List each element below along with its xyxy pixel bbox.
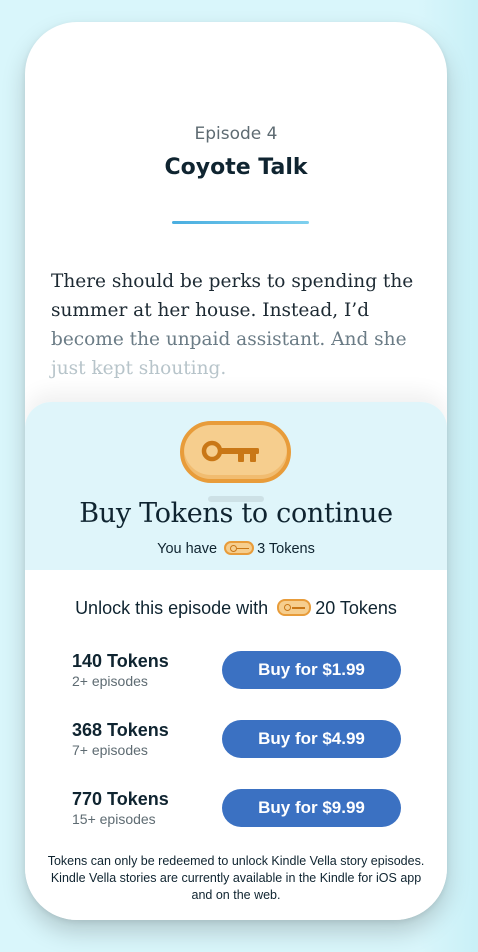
offer-tokens: 368 Tokens bbox=[72, 720, 169, 740]
key-icon bbox=[180, 421, 291, 483]
token-balance: You have 3 Tokens bbox=[25, 541, 447, 557]
episode-title: Coyote Talk bbox=[164, 155, 308, 180]
offer-episodes: 2+ episodes bbox=[72, 673, 148, 689]
offer-episodes: 15+ episodes bbox=[72, 811, 156, 827]
buy-140-tokens-button[interactable]: Buy for $1.99 bbox=[222, 651, 401, 689]
unlock-cost: Unlock this episode with 20 Tokens bbox=[25, 598, 447, 619]
token-offer-140: 140 Tokens 2+ episodes Buy for $1.99 bbox=[72, 651, 402, 693]
token-offer-770: 770 Tokens 15+ episodes Buy for $9.99 bbox=[72, 789, 402, 831]
balance-prefix: You have bbox=[157, 541, 218, 557]
title-divider bbox=[172, 221, 309, 224]
excerpt-line: just kept shouting. bbox=[51, 358, 227, 379]
sheet-header: Buy Tokens to continue You have 3 Tokens bbox=[25, 402, 447, 570]
buy-tokens-sheet: Buy Tokens to continue You have 3 Tokens… bbox=[25, 402, 447, 920]
episode-number: Episode 4 bbox=[194, 124, 278, 144]
offer-episodes: 7+ episodes bbox=[72, 742, 148, 758]
balance-value: 3 Tokens bbox=[257, 541, 315, 557]
phone-card: Episode 4 Coyote Talk There should be pe… bbox=[25, 22, 447, 920]
buy-770-tokens-button[interactable]: Buy for $9.99 bbox=[222, 789, 401, 827]
excerpt-line: There should be perks to spending the bbox=[51, 271, 414, 292]
token-offer-368: 368 Tokens 7+ episodes Buy for $4.99 bbox=[72, 720, 402, 762]
offer-tokens: 140 Tokens bbox=[72, 651, 169, 671]
buy-368-tokens-button[interactable]: Buy for $4.99 bbox=[222, 720, 401, 758]
key-icon bbox=[224, 541, 255, 555]
excerpt-line: summer at her house. Instead, I’d bbox=[51, 300, 370, 321]
story-excerpt: There should be perks to spending the su… bbox=[51, 267, 414, 383]
tokens-disclaimer: Tokens can only be redeemed to unlock Ki… bbox=[47, 854, 425, 902]
offer-tokens: 770 Tokens bbox=[72, 789, 169, 809]
key-icon bbox=[277, 599, 312, 616]
excerpt-line: become the unpaid assistant. And she bbox=[51, 329, 407, 350]
unlock-prefix: Unlock this episode with bbox=[75, 598, 269, 618]
sheet-title: Buy Tokens to continue bbox=[79, 498, 393, 529]
unlock-cost-value: 20 Tokens bbox=[315, 598, 397, 618]
